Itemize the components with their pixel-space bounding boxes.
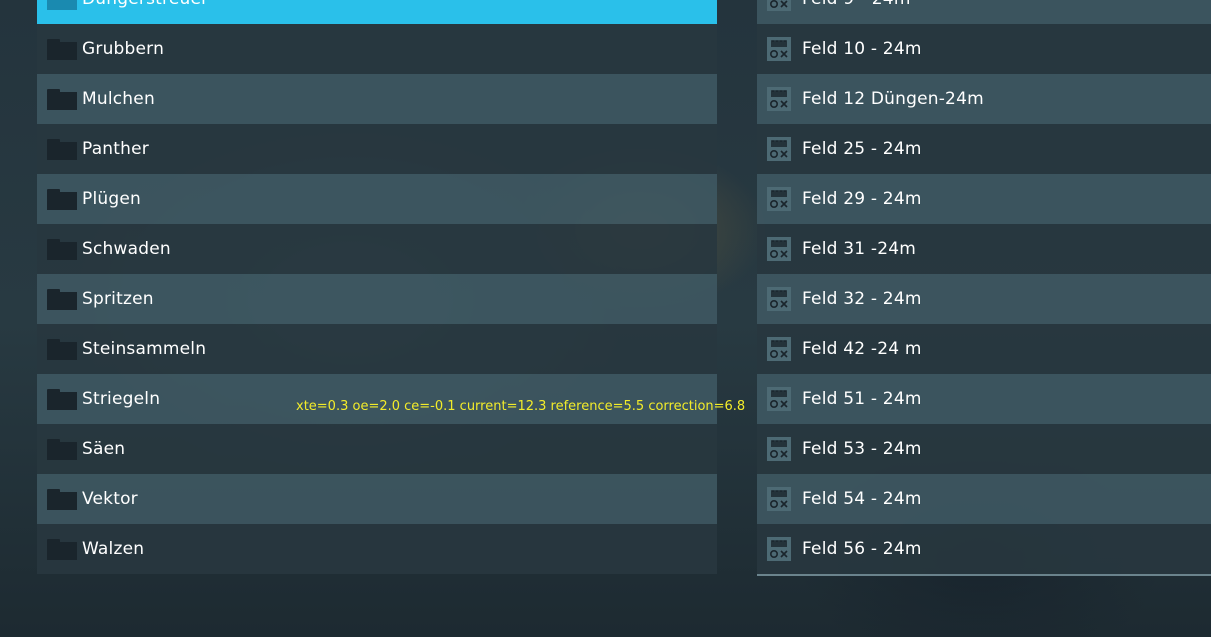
course-file-list: Feld 9 - 24m Feld 10 - 24m Feld 12 Dünge…: [757, 0, 1211, 574]
course-label: Feld 54 - 24m: [802, 489, 922, 509]
course-label: Feld 12 Düngen-24m: [802, 89, 984, 109]
course-file-icon: [767, 37, 791, 61]
folder-label: Schwaden: [82, 239, 171, 259]
course-label: Feld 51 - 24m: [802, 389, 922, 409]
course-item[interactable]: Feld 51 - 24m: [757, 374, 1211, 424]
course-label: Feld 31 -24m: [802, 239, 916, 259]
folder-label: Düngerstreuer: [82, 0, 208, 9]
folder-icon: [47, 38, 77, 60]
folder-label: Panther: [82, 139, 149, 159]
folder-item-pluegen[interactable]: Plügen: [37, 174, 717, 224]
folder-label: Steinsammeln: [82, 339, 207, 359]
course-file-icon: [767, 487, 791, 511]
course-file-icon: [767, 537, 791, 561]
course-label: Feld 32 - 24m: [802, 289, 922, 309]
course-file-icon: [767, 237, 791, 261]
course-item[interactable]: Feld 54 - 24m: [757, 474, 1211, 524]
course-file-icon: [767, 287, 791, 311]
folder-item-grubbern[interactable]: Grubbern: [37, 24, 717, 74]
folder-icon: [47, 238, 77, 260]
folder-icon: [47, 288, 77, 310]
course-item[interactable]: Feld 9 - 24m: [757, 0, 1211, 24]
course-item[interactable]: Feld 12 Düngen-24m: [757, 74, 1211, 124]
folder-icon: [47, 438, 77, 460]
course-file-icon: [767, 137, 791, 161]
course-item[interactable]: Feld 42 -24 m: [757, 324, 1211, 374]
folder-label: Striegeln: [82, 389, 161, 409]
course-folder-list: Düngerstreuer Grubbern Mulchen Panther P…: [37, 0, 717, 574]
folder-item-duengerstreuer[interactable]: Düngerstreuer: [37, 0, 717, 24]
course-item[interactable]: Feld 25 - 24m: [757, 124, 1211, 174]
folder-item-vektor[interactable]: Vektor: [37, 474, 717, 524]
folder-item-walzen[interactable]: Walzen: [37, 524, 717, 574]
course-label: Feld 29 - 24m: [802, 189, 922, 209]
folder-item-mulchen[interactable]: Mulchen: [37, 74, 717, 124]
course-label: Feld 10 - 24m: [802, 39, 922, 59]
course-file-icon: [767, 387, 791, 411]
course-label: Feld 42 -24 m: [802, 339, 922, 359]
course-label: Feld 25 - 24m: [802, 139, 922, 159]
course-item[interactable]: Feld 29 - 24m: [757, 174, 1211, 224]
folder-icon: [47, 488, 77, 510]
folder-label: Grubbern: [82, 39, 165, 59]
folder-label: Spritzen: [82, 289, 154, 309]
folder-item-schwaden[interactable]: Schwaden: [37, 224, 717, 274]
course-file-icon: [767, 187, 791, 211]
folder-label: Mulchen: [82, 89, 155, 109]
course-file-icon: [767, 437, 791, 461]
course-item[interactable]: Feld 32 - 24m: [757, 274, 1211, 324]
folder-item-saeen[interactable]: Säen: [37, 424, 717, 474]
folder-icon: [47, 188, 77, 210]
folder-icon: [47, 0, 77, 10]
course-file-icon: [767, 0, 791, 11]
folder-label: Vektor: [82, 489, 138, 509]
course-item[interactable]: Feld 56 - 24m: [757, 524, 1211, 574]
folder-icon: [47, 138, 77, 160]
folder-label: Säen: [82, 439, 126, 459]
folder-icon: [47, 88, 77, 110]
course-label: Feld 56 - 24m: [802, 539, 922, 559]
debug-overlay-text: xte=0.3 oe=2.0 ce=-0.1 current=12.3 refe…: [296, 399, 746, 414]
folder-icon: [47, 538, 77, 560]
folder-item-spritzen[interactable]: Spritzen: [37, 274, 717, 324]
folder-item-panther[interactable]: Panther: [37, 124, 717, 174]
course-item[interactable]: Feld 31 -24m: [757, 224, 1211, 274]
course-item[interactable]: Feld 10 - 24m: [757, 24, 1211, 74]
course-file-icon: [767, 87, 791, 111]
folder-icon: [47, 388, 77, 410]
folder-item-steinsammeln[interactable]: Steinsammeln: [37, 324, 717, 374]
course-label: Feld 9 - 24m: [802, 0, 911, 9]
course-file-icon: [767, 337, 791, 361]
list-bottom-divider: [757, 574, 1211, 576]
course-label: Feld 53 - 24m: [802, 439, 922, 459]
folder-label: Walzen: [82, 539, 145, 559]
course-item[interactable]: Feld 53 - 24m: [757, 424, 1211, 474]
folder-label: Plügen: [82, 189, 141, 209]
folder-icon: [47, 338, 77, 360]
